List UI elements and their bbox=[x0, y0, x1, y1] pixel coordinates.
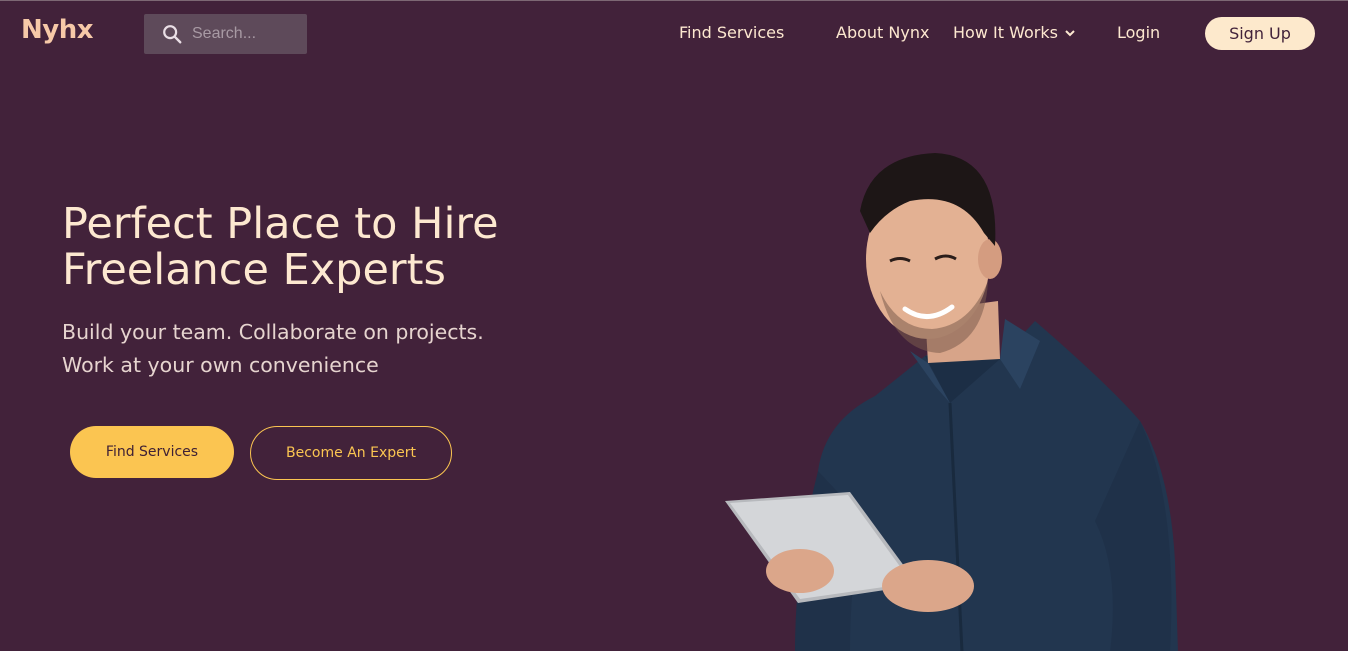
hero-subtitle: Build your team. Collaborate on projects… bbox=[62, 316, 582, 382]
search-bar[interactable] bbox=[144, 14, 307, 54]
hero-subtitle-line2: Work at your own convenience bbox=[62, 353, 379, 377]
become-expert-button[interactable]: Become An Expert bbox=[250, 426, 452, 480]
hero-title-line2: Freelance Experts bbox=[62, 245, 446, 295]
nav-about[interactable]: About Nynx bbox=[836, 23, 929, 42]
hero-subtitle-line1: Build your team. Collaborate on projects… bbox=[62, 320, 484, 344]
hero-title: Perfect Place to Hire Freelance Experts bbox=[62, 201, 582, 293]
nav-how-it-works-label: How It Works bbox=[953, 23, 1058, 42]
nav-how-it-works[interactable]: How It Works bbox=[953, 23, 1076, 42]
nav-find-services[interactable]: Find Services bbox=[679, 23, 784, 42]
search-input[interactable] bbox=[192, 25, 302, 43]
brand-logo[interactable]: Nyhx bbox=[21, 15, 94, 45]
find-services-button[interactable]: Find Services bbox=[70, 426, 234, 478]
hero-person-image bbox=[725, 153, 1178, 651]
signup-button[interactable]: Sign Up bbox=[1205, 17, 1315, 50]
landing-page: Nyhx Find Services About Nynx How It Wor… bbox=[0, 0, 1348, 651]
nav-login[interactable]: Login bbox=[1117, 23, 1160, 42]
chevron-down-icon bbox=[1065, 29, 1075, 36]
hero-title-line1: Perfect Place to Hire bbox=[62, 199, 499, 249]
search-icon bbox=[163, 25, 182, 44]
